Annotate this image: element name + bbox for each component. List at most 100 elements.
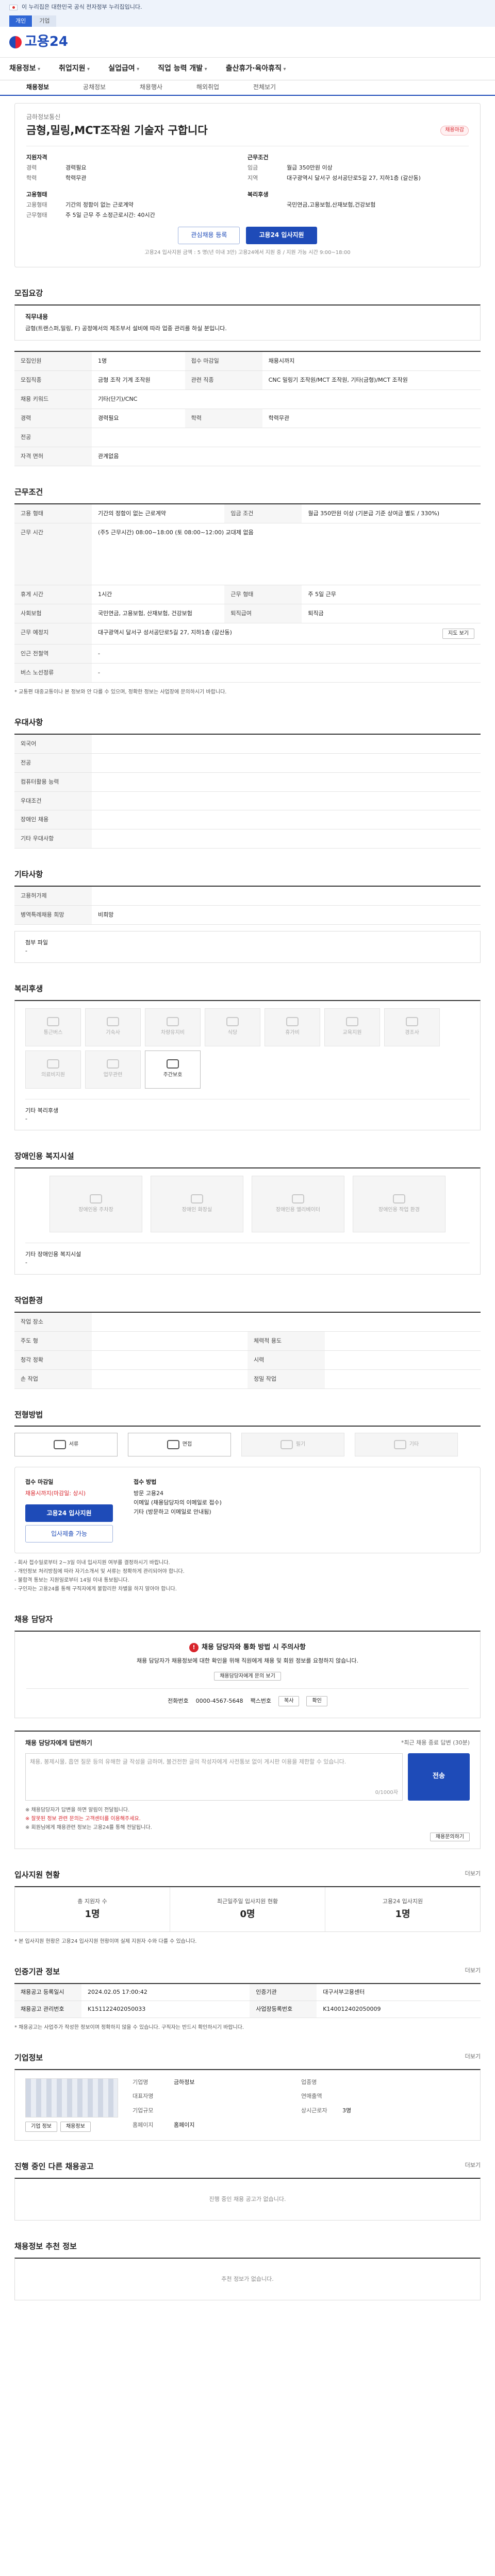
subtab-overseas[interactable]: 해외취업 bbox=[179, 83, 236, 92]
subtab-all[interactable]: 전체보기 bbox=[236, 83, 293, 92]
chat-title-row: 채용 담당자에게 답변하기 *최근 채용 종료 답변 (30분) bbox=[25, 1739, 470, 1748]
parking-icon bbox=[90, 1194, 102, 1204]
row-label: 전공 bbox=[14, 753, 92, 773]
nav-support[interactable]: 취업지원 bbox=[59, 63, 90, 74]
facility-tile: 장애인용 주차장 bbox=[50, 1176, 142, 1233]
summary-value: 대구광역시 달서구 성서공단로5길 27, 지하1층 (갈산동) bbox=[287, 174, 421, 181]
company-jobs-button[interactable]: 채용정보 bbox=[60, 2121, 91, 2132]
subtab-events[interactable]: 채용행사 bbox=[123, 83, 179, 92]
agency-table: 채용공고 등록일시 2024.02.05 17:00:42 인증기관 대구서부고용센터… bbox=[14, 1983, 481, 2018]
company-grid: 기업명 금하정보 업종명 대표자명 연매출액 기업규모 상시근로자 3명 홈페이지 홈페이지 bbox=[133, 2078, 470, 2132]
row-label: 병역특례채용 희망 bbox=[14, 905, 92, 925]
row-label: 사회보험 bbox=[14, 604, 92, 623]
site-logo[interactable]: 고용24 bbox=[9, 32, 68, 52]
tile-label: 식당 bbox=[227, 1030, 238, 1036]
subtab-public[interactable]: 공채정보 bbox=[66, 83, 123, 92]
book-icon bbox=[346, 1017, 358, 1027]
row-value bbox=[92, 791, 481, 811]
tab-personal[interactable]: 개인 bbox=[9, 15, 32, 27]
benefit-tile: 휴가비 bbox=[265, 1008, 320, 1046]
agency-note: * 채용공고는 사업주가 작성한 정보이며 정확하지 않을 수 있습니다. 구직… bbox=[14, 2024, 244, 2030]
row-value: 2024.02.05 17:00:42 bbox=[81, 1984, 250, 2001]
section-title: 기타사항 bbox=[14, 870, 43, 879]
nav-leave[interactable]: 출산휴가·육아휴직 bbox=[226, 63, 286, 74]
preference-table: 외국어 전공 컴퓨터활용 능력 우대조건 장애인 채용 기타 우대사항 bbox=[14, 733, 481, 849]
benefit-tile: 통근버스 bbox=[25, 1008, 81, 1046]
more-link[interactable]: 더보기 bbox=[465, 1870, 481, 1881]
briefcase-icon bbox=[107, 1059, 119, 1069]
map-button[interactable]: 지도 보기 bbox=[442, 628, 474, 639]
field-value: 3명 bbox=[342, 2107, 352, 2114]
logo-text: 고용24 bbox=[25, 33, 69, 49]
tile-label: 통근버스 bbox=[43, 1030, 63, 1036]
apply-type-interview: 면접 bbox=[128, 1433, 231, 1457]
apply-online-button[interactable]: 고용24 입사지원 bbox=[25, 1504, 113, 1522]
confirm-button[interactable]: 확인 bbox=[306, 1696, 327, 1707]
apply-submit-button[interactable]: 입사제출 가능 bbox=[25, 1525, 113, 1543]
homepage-link[interactable]: 홈페이지 bbox=[174, 2121, 301, 2132]
stat-label: 최근일주일 입사지원 현황 bbox=[217, 1898, 278, 1905]
bus-icon bbox=[47, 1017, 59, 1027]
summary-heading: 지원자격 bbox=[26, 154, 47, 161]
facility-tile: 장애인용 엘리베이터 bbox=[252, 1176, 344, 1233]
row-value: (주5 근무시간) 08:00~18:00 (토 08:00~12:00) 교대… bbox=[92, 523, 481, 585]
company-info-button[interactable]: 기업 정보 bbox=[25, 2121, 57, 2132]
tab-company[interactable]: 기업 bbox=[33, 15, 56, 27]
inquiry-list-button[interactable]: 채용문의하기 bbox=[430, 1832, 470, 1841]
interest-button[interactable]: 관심채용 등록 bbox=[178, 226, 240, 244]
section-title-row: 입사지원 현황 더보기 bbox=[14, 1870, 481, 1881]
apply-notes: - 회사 접수일로부터 2~3일 이내 입사지원 여부를 결정하시기 바랍니다.… bbox=[14, 1558, 481, 1594]
more-link[interactable]: 더보기 bbox=[465, 2161, 481, 2173]
main-nav: 채용정보 취업지원 실업급여 직업 능력 개발 출산휴가·육아휴직 bbox=[0, 58, 495, 80]
row-label: 모집인원 bbox=[14, 351, 92, 371]
more-link[interactable]: 더보기 bbox=[465, 1967, 481, 1978]
contact-desc: 채용 담당자가 채용정보에 대한 확인을 위해 직원에게 채용 및 회원 정보를… bbox=[136, 1657, 358, 1664]
recv-title: 접수 마감일 bbox=[25, 1479, 54, 1486]
nav-jobs[interactable]: 채용정보 bbox=[9, 63, 40, 74]
benefit-tile: 의료비지원 bbox=[25, 1050, 81, 1089]
recv-value: 채용시까지(마감일: 상시) bbox=[25, 1490, 86, 1497]
contact-alert: ! 채용 담당자와 통화 방법 시 주의사항 bbox=[26, 1643, 469, 1653]
next-jobs-section: 진행 중인 다른 채용공고 더보기 진행 중인 채용 공고가 없습니다. bbox=[14, 2161, 481, 2221]
row-label: 시력 bbox=[248, 1350, 325, 1370]
site-header: 고용24 bbox=[0, 27, 495, 58]
section-title: 채용정보 추천 정보 bbox=[14, 2241, 77, 2251]
summary-label: 경력 bbox=[26, 164, 37, 171]
section-title: 복리후생 bbox=[14, 984, 43, 993]
row-label: 자격 면허 bbox=[14, 447, 92, 467]
section-title: 기업정보 bbox=[14, 2053, 43, 2062]
company-name[interactable]: 금하정보통신 bbox=[26, 113, 469, 122]
pencil-icon bbox=[280, 1440, 293, 1450]
summary-label: 임금 bbox=[248, 164, 258, 171]
field-label: 업종명 bbox=[301, 2078, 317, 2086]
nav-training[interactable]: 직업 능력 개발 bbox=[158, 63, 207, 74]
row-value bbox=[92, 886, 481, 906]
preference-section: 우대사항 외국어 전공 컴퓨터활용 능력 우대조건 장애인 채용 기타 우대사항 bbox=[14, 717, 481, 849]
textarea-placeholder: 채용, 봉제시물, 흡연 질문 등의 유해한 글 작성을 금하며, 불건전한 글… bbox=[30, 1758, 346, 1765]
tile-label: 주간보호 bbox=[163, 1072, 183, 1078]
apply-button[interactable]: 고용24 입사지원 bbox=[246, 226, 317, 244]
send-button[interactable]: 전송 bbox=[408, 1753, 470, 1801]
benefit-tile: 기숙사 bbox=[85, 1008, 141, 1046]
section-title: 인증기관 정보 bbox=[14, 1967, 60, 1977]
nav-benefit[interactable]: 실업급여 bbox=[108, 63, 139, 74]
row-label: 고용 형태 bbox=[14, 503, 92, 523]
row-label: 휴게 시간 bbox=[14, 585, 92, 604]
medical-icon bbox=[47, 1059, 59, 1069]
copy-button[interactable]: 복사 bbox=[278, 1696, 300, 1707]
row-label: 채용 키워드 bbox=[14, 389, 92, 410]
tile-label: 장애인용 주차장 bbox=[78, 1207, 113, 1213]
bed-icon bbox=[107, 1017, 119, 1027]
more-link[interactable]: 더보기 bbox=[465, 2053, 481, 2064]
stat-item: 고용24 입사지원 1명 bbox=[325, 1887, 480, 1931]
inquiry-button[interactable]: 채용담당자에게 문의 보기 bbox=[214, 1671, 281, 1681]
field-label: 홈페이지 bbox=[133, 2121, 154, 2128]
apply-type-etc: 기타 bbox=[355, 1433, 458, 1457]
wheelchair-icon bbox=[393, 1194, 405, 1204]
subtab-jobs[interactable]: 채용정보 bbox=[9, 83, 66, 92]
user-type-tabs: 개인 기업 bbox=[0, 14, 495, 27]
stat-value: 0명 bbox=[240, 1909, 255, 1920]
question-textarea[interactable]: 채용, 봉제시물, 흡연 질문 등의 유해한 글 작성을 금하며, 불건전한 글… bbox=[25, 1753, 403, 1801]
row-label: 인증기관 bbox=[250, 1984, 317, 2001]
note-line: ※ 잘못된 정보 관련 문의는 고객센터를 이용해주세요. bbox=[25, 1816, 141, 1822]
